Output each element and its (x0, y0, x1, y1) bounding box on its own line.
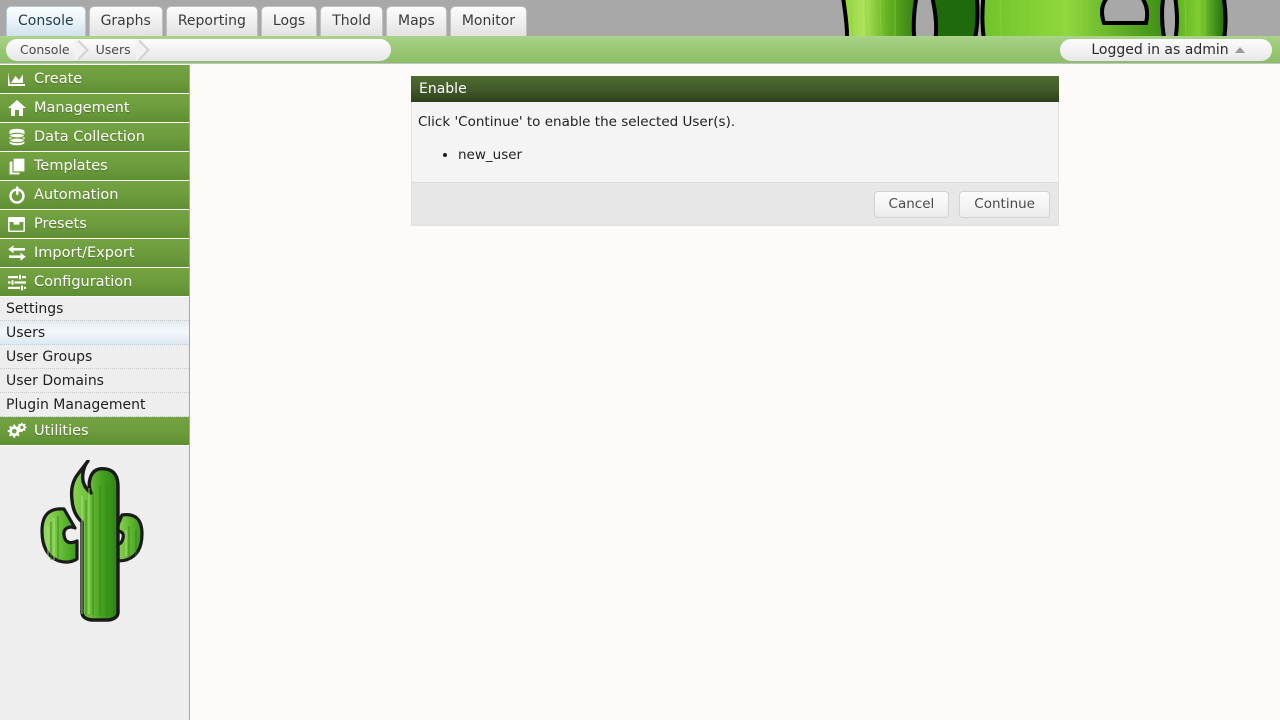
tab-list: Console Graphs Reporting Logs Thold Maps… (6, 6, 528, 36)
continue-button[interactable]: Continue (959, 190, 1050, 218)
sidebar-item-configuration[interactable]: Configuration (0, 268, 189, 297)
tab-monitor[interactable]: Monitor (449, 6, 528, 36)
top-tab-bar: Console Graphs Reporting Logs Thold Maps… (0, 0, 1280, 36)
tab-reporting[interactable]: Reporting (165, 6, 258, 36)
copy-pages-icon (6, 156, 27, 177)
main-content: Enable Click 'Continue' to enable the se… (191, 65, 1280, 720)
sidebar-item-label: Automation (34, 187, 119, 203)
tab-label: Maps (397, 13, 435, 29)
sidebar-item-label: Presets (34, 216, 87, 232)
exchange-arrows-icon (6, 243, 27, 264)
cactus-banner-icon (810, 0, 1280, 36)
enable-users-dialog: Enable Click 'Continue' to enable the se… (411, 76, 1059, 226)
home-icon (6, 98, 27, 119)
tab-logs[interactable]: Logs (260, 6, 318, 36)
sidebar-item-user-groups[interactable]: User Groups (0, 345, 189, 369)
chart-area-icon (6, 69, 27, 90)
sidebar-item-utilities[interactable]: Utilities (0, 417, 189, 446)
breadcrumb-item-console[interactable]: Console (6, 39, 89, 61)
sidebar-item-label: Utilities (34, 423, 89, 439)
sidebar-item-management[interactable]: Management (0, 94, 189, 123)
caret-up-icon (1234, 47, 1245, 53)
tab-label: Reporting (177, 13, 246, 29)
tab-label: Graphs (100, 13, 151, 29)
tab-label: Thold (332, 13, 371, 29)
sidebar-item-presets[interactable]: Presets (0, 210, 189, 239)
sidebar-item-plugin-management[interactable]: Plugin Management (0, 393, 189, 417)
tab-maps[interactable]: Maps (385, 6, 447, 36)
sidebar-item-label: Data Collection (34, 129, 145, 145)
selected-users-list: new_user (412, 146, 1058, 164)
dialog-message: Click 'Continue' to enable the selected … (418, 114, 736, 130)
sidebar-item-create[interactable]: Create (0, 65, 189, 94)
tab-console[interactable]: Console (6, 6, 86, 36)
sidebar-item-automation[interactable]: Automation (0, 181, 189, 210)
dialog-footer: Cancel Continue (411, 182, 1059, 226)
gears-icon (6, 421, 27, 442)
sidebar-item-users[interactable]: Users (0, 321, 189, 345)
breadcrumb-bar: Console Users Logged in as admin (0, 36, 1280, 64)
sidebar-item-data-collection[interactable]: Data Collection (0, 123, 189, 152)
dialog-title: Enable (411, 76, 1059, 102)
tab-graphs[interactable]: Graphs (88, 6, 163, 36)
cactus-logo (24, 459, 166, 645)
tab-label: Console (18, 13, 74, 29)
sidebar-item-label: Templates (34, 158, 108, 174)
sidebar-item-user-domains[interactable]: User Domains (0, 369, 189, 393)
list-item: new_user (458, 146, 1058, 164)
tab-label: Monitor (461, 13, 516, 29)
sidebar-item-templates[interactable]: Templates (0, 152, 189, 181)
breadcrumb: Console Users (6, 39, 391, 61)
sidebar-item-import-export[interactable]: Import/Export (0, 239, 189, 268)
refresh-circle-icon (6, 185, 27, 206)
sidebar-item-label: Management (34, 100, 130, 116)
sidebar-item-settings[interactable]: Settings (0, 297, 189, 321)
sliders-icon (6, 272, 27, 293)
sidebar: Create Management Data Collection Templa… (0, 65, 190, 720)
database-icon (6, 127, 27, 148)
tab-label: Logs (272, 13, 306, 29)
tab-thold[interactable]: Thold (320, 6, 383, 36)
cancel-button[interactable]: Cancel (873, 190, 950, 218)
archive-box-icon (6, 214, 27, 235)
sidebar-item-label: Import/Export (34, 245, 135, 261)
dialog-body: Click 'Continue' to enable the selected … (411, 102, 1059, 182)
user-menu-label: Logged in as admin (1091, 42, 1229, 58)
sidebar-item-label: Configuration (34, 274, 133, 290)
sidebar-item-label: Create (34, 71, 83, 87)
user-menu-button[interactable]: Logged in as admin (1060, 39, 1272, 61)
